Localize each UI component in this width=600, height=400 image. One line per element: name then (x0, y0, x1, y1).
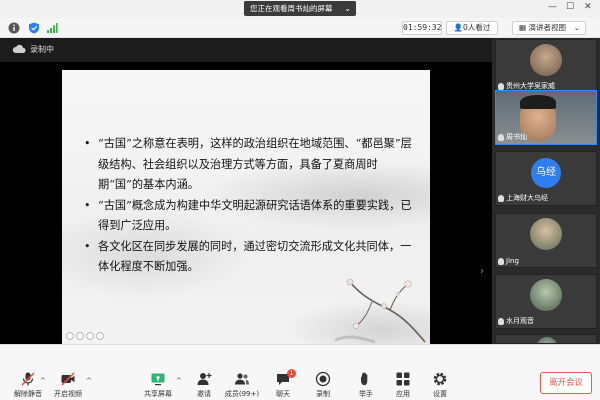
shield-icon[interactable] (28, 22, 40, 34)
chevron-up-icon[interactable]: ^ (176, 377, 182, 385)
participant-hair (520, 95, 556, 109)
slide-bullet: “古国”概念成为构建中华文明起源研究话语体系的重要实践，已得到广泛应用。 (84, 196, 414, 237)
camera-off-icon (61, 372, 75, 386)
participant-tile-active[interactable]: 周书灿 (495, 90, 597, 145)
hand-icon (361, 372, 368, 385)
chat-badge: 1 (287, 369, 296, 378)
minimize-icon[interactable]: — (548, 2, 557, 12)
avatar (536, 337, 558, 343)
slide-control-menu[interactable] (96, 332, 104, 340)
mic-muted-icon (21, 372, 35, 386)
info-icon[interactable] (8, 22, 20, 34)
avatar (530, 279, 562, 311)
settings-label: 设置 (433, 390, 447, 398)
signal-icon[interactable] (46, 22, 58, 34)
slide-controls (66, 332, 104, 340)
meeting-timer: 01:59:32 (402, 21, 442, 35)
presentation-slide: “古国”之称意在表明，这样的政治组织在地域范围、“都邑聚”层级结构、社会组织以及… (62, 70, 430, 344)
plum-branch-decoration (334, 278, 426, 344)
participant-name: 上海财大乌经 (506, 194, 548, 202)
participant-tile[interactable] (495, 334, 597, 344)
slide-bullet: “古国”之称意在表明，这样的政治组织在地域范围、“都邑聚”层级结构、社会组织以及… (84, 134, 414, 196)
chevron-up-icon[interactable]: ^ (86, 377, 92, 385)
members-icon (235, 373, 249, 385)
participants-panel: 贵州大学吴家威 周书灿 乌经 上海财大乌经 Jing 水月观音 (492, 38, 600, 344)
chevron-right-icon[interactable]: › (480, 266, 484, 277)
slide-control-next[interactable] (76, 332, 84, 340)
mic-icon (498, 194, 504, 202)
gear-icon (433, 372, 447, 386)
record-icon (315, 371, 331, 387)
viewer-count-label: 0人看过 (463, 23, 491, 32)
start-video-label: 开启视频 (54, 390, 82, 398)
share-banner-text: 您正在观看周书灿的屏幕 (250, 4, 333, 13)
mic-icon (498, 133, 504, 141)
mic-icon (498, 82, 504, 90)
slide-control-prev[interactable] (66, 332, 74, 340)
participant-tile[interactable]: 贵州大学吴家威 (495, 39, 597, 94)
leave-meeting-button[interactable]: 离开会议 (540, 372, 592, 394)
chevron-down-icon[interactable]: ⌄ (344, 1, 351, 16)
chevron-down-icon: ⌄ (573, 23, 580, 32)
maximize-icon[interactable]: ☐ (566, 2, 574, 12)
participant-tile[interactable]: Jing (495, 213, 597, 268)
chevron-up-icon[interactable]: ^ (40, 377, 46, 385)
invite-icon (197, 373, 212, 385)
title-bar: 您正在观看周书灿的屏幕 ⌄ — ☐ ✕ (0, 0, 600, 18)
speaker-view-label: 演讲者视图 (528, 23, 566, 32)
close-icon[interactable]: ✕ (584, 2, 592, 12)
cloud-icon (12, 44, 26, 53)
person-icon: 👤 (453, 23, 464, 32)
initials-avatar: 乌经 (531, 158, 561, 188)
participant-name: 水月观音 (506, 317, 534, 325)
avatar (530, 218, 562, 250)
participant-name: Jing (506, 257, 519, 265)
share-banner[interactable]: 您正在观看周书灿的屏幕 ⌄ (244, 1, 356, 16)
recording-bar: 录制中 (0, 38, 492, 62)
avatar (530, 44, 562, 76)
meeting-window: 您正在观看周书灿的屏幕 ⌄ — ☐ ✕ 01:59:32 👤0人看过 ▦ 演讲者… (0, 0, 600, 400)
speaker-view-button[interactable]: ▦ 演讲者视图 ⌄ (512, 21, 586, 35)
mic-icon (498, 257, 504, 265)
participant-tile[interactable]: 乌经 上海财大乌经 (495, 151, 597, 206)
slide-control-pen[interactable] (86, 332, 94, 340)
share-screen-icon (151, 373, 165, 386)
info-bar: 01:59:32 👤0人看过 ▦ 演讲者视图 ⌄ (0, 18, 600, 38)
bottom-toolbar: 解除静音 ^ 开启视频 ^ 共享屏幕 ^ 邀请 成员(99+) 1 聊天 录制 … (0, 344, 600, 400)
viewer-count[interactable]: 👤0人看过 (446, 21, 498, 35)
apps-grid-icon (396, 372, 410, 386)
mic-icon (498, 317, 504, 325)
participant-name: 周书灿 (506, 133, 527, 141)
participant-tile[interactable]: 水月观音 (495, 274, 597, 329)
recording-label: 录制中 (30, 45, 54, 54)
